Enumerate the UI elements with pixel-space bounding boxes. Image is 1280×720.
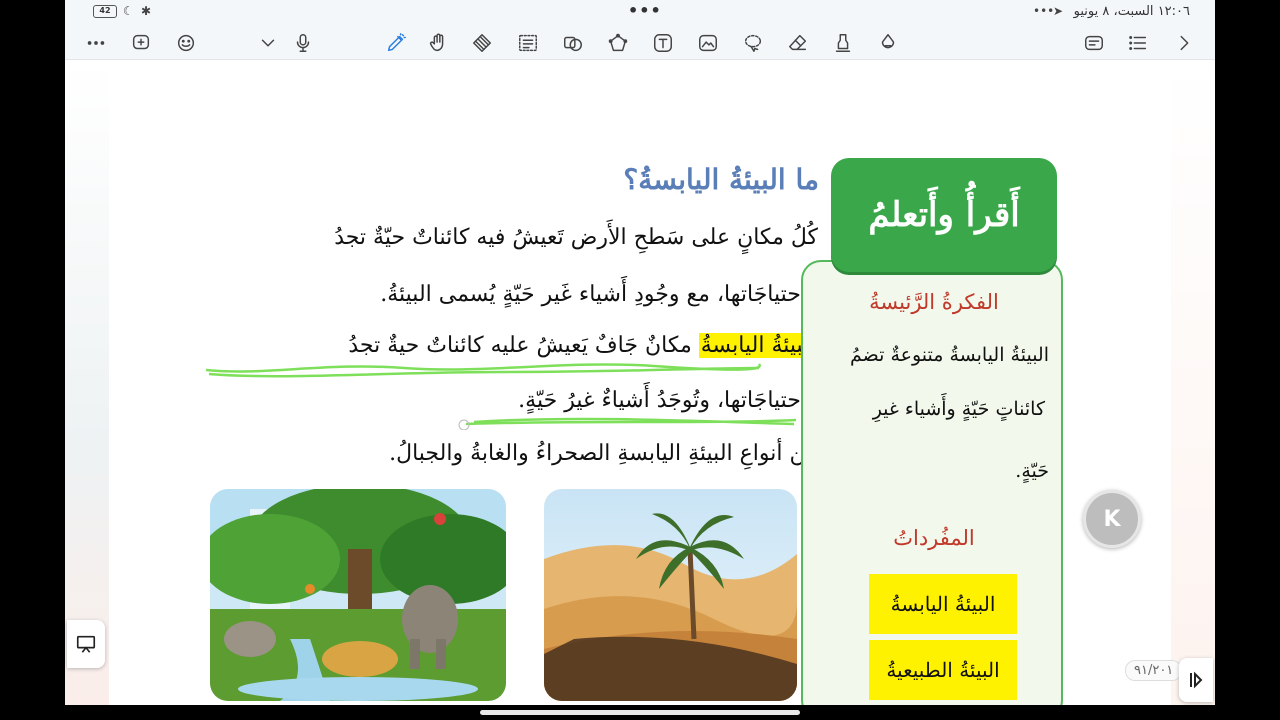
paragraph-line-1: كُلُ مكانٍ على سَطحِ الأَرض تَعيشُ فيه ك… (334, 225, 818, 250)
microphone-icon (296, 34, 310, 52)
page-title: ما البيئةُ اليابسةُ؟ (623, 163, 819, 196)
home-indicator[interactable] (480, 710, 800, 715)
hatched-eraser-icon (473, 34, 491, 52)
vocab-term-1: البيئةُ اليابسةُ (869, 574, 1017, 634)
image-icon (699, 34, 717, 52)
tablet-screen: 42 ☾ ✱ ••• ••• ➤ ١٢:٠٦ السبت، ٨ يونيو ما… (65, 0, 1215, 705)
annotation-toolbar (65, 24, 1215, 60)
right-margin (1171, 60, 1215, 705)
list-icon (1129, 36, 1147, 50)
document-page[interactable]: ما البيئةُ اليابسةُ؟ كُلُ مكانٍ على سَطح… (109, 60, 1171, 705)
chevron-down-icon (261, 39, 275, 47)
hand-icon (429, 33, 444, 52)
eraser-icon (789, 34, 807, 51)
chevron-right-icon (1180, 35, 1189, 51)
text-select-icon (519, 34, 537, 52)
hand-tool-button[interactable] (425, 30, 451, 56)
read-and-learn-label: أَقرأُ وأَتعلمُ (868, 195, 1020, 235)
battery-indicator: 42 (93, 5, 117, 18)
text-mode-button[interactable] (1081, 30, 1107, 56)
read-and-learn-badge: أَقرأُ وأَتعلمُ (831, 158, 1057, 272)
status-bar: 42 ☾ ✱ ••• ••• ➤ ١٢:٠٦ السبت، ٨ يونيو (65, 0, 1215, 24)
highlighter-button[interactable] (830, 30, 856, 56)
presentation-icon (76, 635, 96, 653)
page-forward-icon (1190, 671, 1203, 689)
main-idea-line-3: حَيّةٍ. (1015, 460, 1049, 482)
shapes-icon (564, 36, 582, 52)
location-arrow-icon: ➤ (1053, 4, 1064, 18)
vocab-term-2: البيئةُ الطبيعيةُ (869, 640, 1017, 700)
image-insert-button[interactable] (695, 30, 721, 56)
drop-fill-icon (881, 34, 895, 49)
eraser-button[interactable] (785, 30, 811, 56)
microphone-button[interactable] (290, 30, 316, 56)
more-options-button[interactable] (83, 30, 109, 56)
add-note-icon (132, 34, 150, 50)
paragraph-line-2: فيها إحتياجَاتها، مع وجُودِ أَشياء غَير … (380, 282, 848, 307)
lasso-button[interactable] (740, 30, 766, 56)
sticker-icon (177, 34, 195, 52)
left-margin (65, 60, 109, 705)
lasso-shape-button[interactable] (605, 30, 631, 56)
next-page-button[interactable] (1179, 658, 1213, 702)
moon-icon: ☾ (123, 4, 134, 18)
floating-assist-button[interactable]: K (1083, 490, 1141, 548)
sticker-button[interactable] (173, 30, 199, 56)
desert-image (544, 489, 797, 701)
highlighter-icon (835, 34, 851, 52)
pattern-eraser-button[interactable] (469, 30, 495, 56)
outline-list-button[interactable] (1125, 30, 1151, 56)
shape-tool-button[interactable] (560, 30, 586, 56)
tool-dropdown-button[interactable] (255, 30, 281, 56)
status-clock: ١٢:٠٦ السبت، ٨ يونيو (1073, 4, 1190, 19)
status-more-icon: ••• (1033, 4, 1055, 18)
add-page-button[interactable] (128, 30, 154, 56)
main-idea-line-1: البيئةُ اليابسةُ متنوعةٌ تضمُ (850, 344, 1049, 366)
multitask-dots[interactable]: ••• (628, 1, 662, 20)
fill-tool-button[interactable] (875, 30, 901, 56)
laser-pen-button[interactable] (383, 30, 409, 56)
forest-image (210, 489, 506, 701)
learning-side-panel: الفكرةُ الرَّئيسةُ البيئةُ اليابسةُ متنو… (801, 260, 1063, 705)
forward-button[interactable] (1171, 30, 1197, 56)
pen-underline-annotation[interactable] (204, 350, 804, 430)
laser-pen-icon (387, 33, 406, 52)
text-select-button[interactable] (515, 30, 541, 56)
assist-k-icon: K (1103, 506, 1121, 532)
lasso-icon (744, 34, 762, 52)
page-number-indicator: ٩١/٢٠١ (1125, 660, 1183, 681)
pentagon-select-icon (608, 33, 628, 52)
text-box-icon (654, 34, 672, 52)
paragraph-line-5: من أنواعِ البيئةِ اليابسةِ الصحراءُ والغ… (389, 441, 818, 466)
text-box-button[interactable] (650, 30, 676, 56)
main-idea-heading: الفكرةُ الرَّئيسةُ (869, 290, 999, 314)
main-idea-line-2: كائناتٍ حَيّةٍ وأَشياء غيرِ (872, 398, 1045, 420)
bluetooth-icon: ✱ (141, 4, 152, 18)
vocabulary-heading: المفُرداتُ (893, 526, 975, 550)
presentation-mode-button[interactable] (67, 620, 105, 668)
more-dots-icon (87, 41, 105, 45)
text-mode-icon (1085, 35, 1103, 51)
